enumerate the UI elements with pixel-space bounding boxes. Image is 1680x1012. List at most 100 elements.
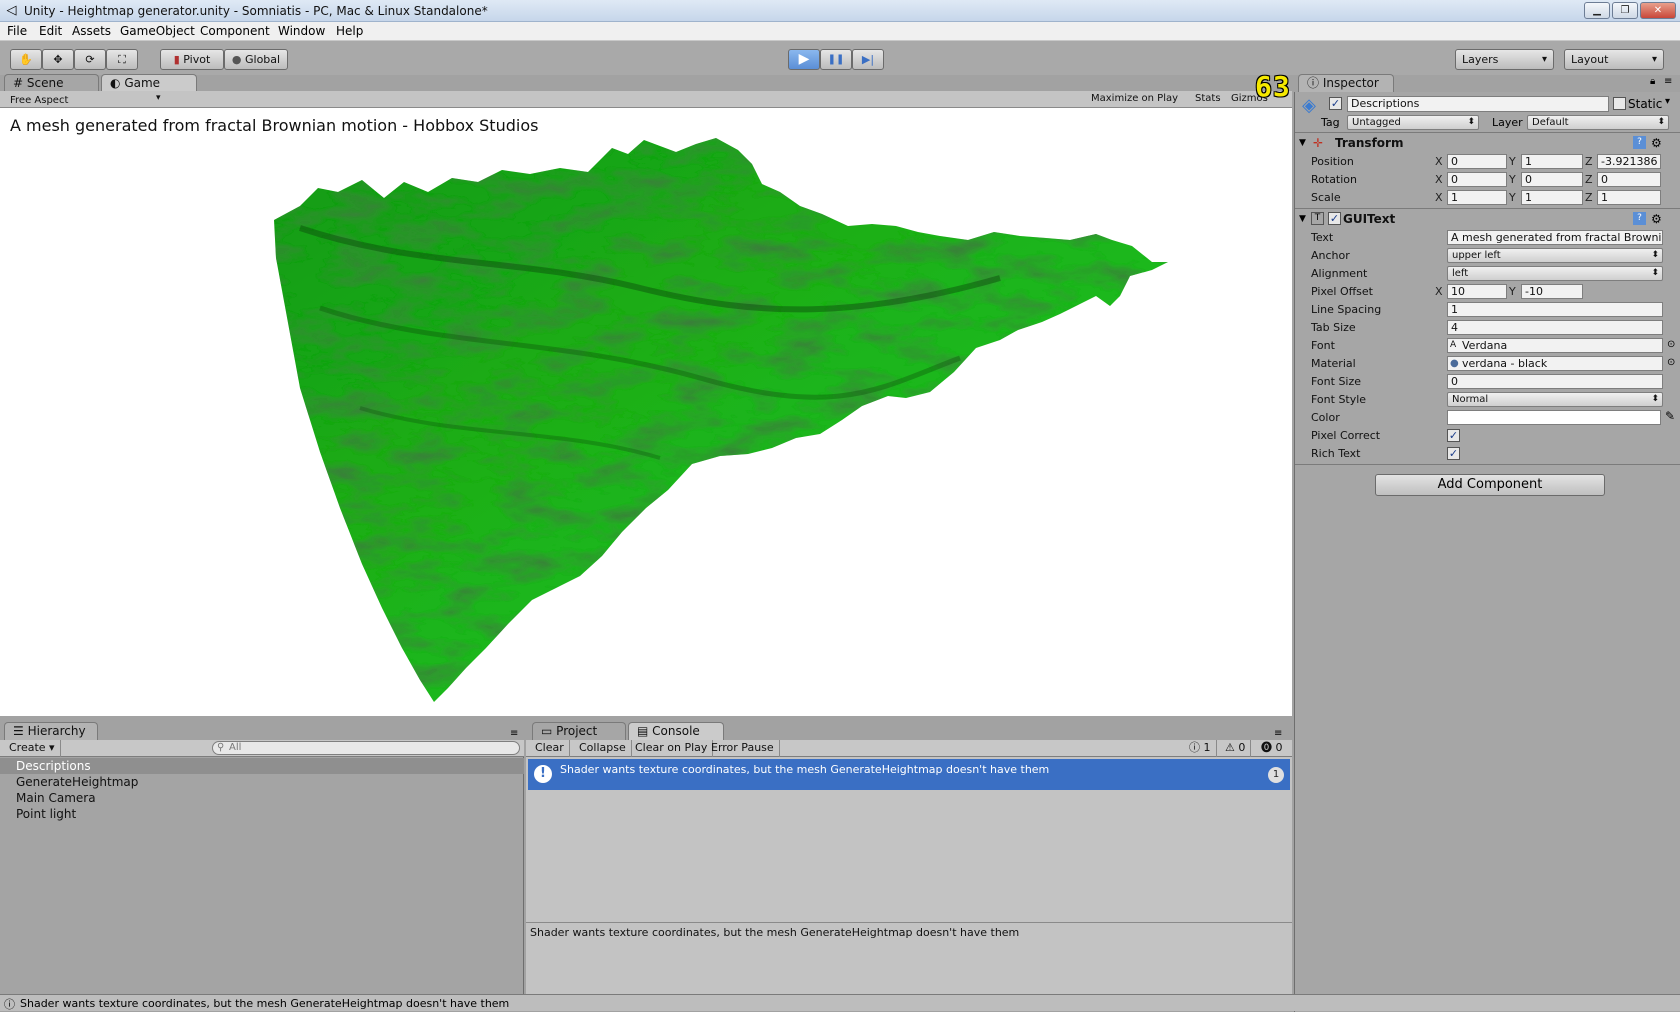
clear-button[interactable]: Clear bbox=[530, 740, 570, 757]
aspect-dropdown[interactable]: Free Aspect ▾ bbox=[10, 92, 166, 106]
hierarchy-search-input[interactable]: ⚲ All bbox=[212, 741, 520, 755]
step-button[interactable]: ▶| bbox=[852, 49, 884, 70]
console-splitter[interactable] bbox=[526, 922, 1292, 923]
rotation-z-field[interactable]: 0 bbox=[1597, 172, 1661, 187]
material-object-field[interactable]: ● verdana - black bbox=[1447, 356, 1663, 371]
tab-hierarchy[interactable]: ☰ Hierarchy bbox=[4, 722, 98, 740]
menu-edit[interactable]: Edit bbox=[39, 24, 62, 38]
anchor-dropdown[interactable]: upper left bbox=[1447, 248, 1663, 263]
pixel-offset-y-field[interactable]: -10 bbox=[1521, 284, 1583, 299]
scale-y-field[interactable]: 1 bbox=[1521, 190, 1583, 205]
font-size-field[interactable]: 0 bbox=[1447, 374, 1663, 389]
position-x-field[interactable]: 0 bbox=[1447, 154, 1507, 169]
lock-icon[interactable]: 🔒︎ bbox=[1650, 76, 1655, 87]
component-gear-icon[interactable]: ⚙ bbox=[1651, 136, 1662, 150]
collapse-toggle[interactable]: Collapse bbox=[574, 740, 632, 757]
rich-text-checkbox[interactable]: ✓ bbox=[1447, 447, 1460, 460]
menu-component[interactable]: Component bbox=[200, 24, 270, 38]
error-pause-toggle[interactable]: Error Pause bbox=[706, 740, 780, 757]
menu-assets[interactable]: Assets bbox=[72, 24, 111, 38]
scale-tool-button[interactable]: ⛶ bbox=[106, 49, 138, 70]
help-book-icon[interactable]: ? bbox=[1633, 136, 1646, 149]
foldout-arrow-icon[interactable]: ▼ bbox=[1299, 212, 1306, 226]
layer-dropdown[interactable]: Default bbox=[1527, 115, 1669, 130]
transform-component-header[interactable]: ▼ ✛ Transform ? ⚙ bbox=[1295, 132, 1680, 152]
component-gear-icon[interactable]: ⚙ bbox=[1651, 212, 1662, 226]
pixel-offset-x-field[interactable]: 10 bbox=[1447, 284, 1507, 299]
scale-z-field[interactable]: 1 bbox=[1597, 190, 1661, 205]
font-row: Font A Verdana ⊙ bbox=[1295, 337, 1680, 354]
global-toggle[interactable]: ● Global bbox=[224, 49, 288, 70]
static-dropdown-arrow-icon[interactable]: ▾ bbox=[1665, 96, 1670, 107]
clear-on-play-toggle[interactable]: Clear on Play bbox=[630, 740, 714, 757]
foldout-arrow-icon[interactable]: ▼ bbox=[1299, 136, 1306, 150]
menu-help[interactable]: Help bbox=[336, 24, 363, 38]
line-spacing-field[interactable]: 1 bbox=[1447, 302, 1663, 317]
rotation-y-field[interactable]: 0 bbox=[1521, 172, 1583, 187]
warning-filter-toggle[interactable]: ⚠ 0 bbox=[1220, 740, 1252, 757]
help-book-icon[interactable]: ? bbox=[1633, 212, 1646, 225]
panel-menu-icon[interactable]: ≡ bbox=[510, 728, 518, 739]
alignment-dropdown[interactable]: left bbox=[1447, 266, 1663, 281]
menu-file[interactable]: File bbox=[7, 24, 27, 38]
create-dropdown[interactable]: Create ▾ bbox=[4, 740, 61, 757]
maximize-button[interactable]: ❐ bbox=[1612, 2, 1638, 19]
object-picker-icon[interactable]: ⊙ bbox=[1667, 338, 1675, 352]
rotate-tool-button[interactable]: ⟳ bbox=[74, 49, 106, 70]
hierarchy-item-descriptions[interactable]: Descriptions bbox=[16, 759, 91, 773]
info-filter-toggle[interactable]: ⓘ 1 bbox=[1184, 740, 1217, 757]
object-name-field[interactable]: Descriptions bbox=[1347, 96, 1609, 112]
tab-inspector[interactable]: ⓘ Inspector bbox=[1298, 74, 1394, 92]
stats-toggle[interactable]: Stats bbox=[1195, 93, 1221, 104]
hierarchy-item-point-light[interactable]: Point light bbox=[16, 807, 76, 821]
tag-dropdown[interactable]: Untagged bbox=[1347, 115, 1479, 130]
layout-dropdown[interactable]: Layout bbox=[1564, 49, 1664, 70]
font-style-dropdown[interactable]: Normal bbox=[1447, 392, 1663, 407]
pivot-toggle[interactable]: ▮ Pivot bbox=[160, 49, 224, 70]
error-filter-toggle[interactable]: ⓿ 0 bbox=[1256, 740, 1288, 757]
material-label: Material bbox=[1311, 357, 1356, 370]
tab-game[interactable]: ◐ Game bbox=[101, 74, 197, 92]
rotation-x-field[interactable]: 0 bbox=[1447, 172, 1507, 187]
text-field[interactable]: A mesh generated from fractal Brownian m… bbox=[1447, 230, 1663, 245]
font-object-field[interactable]: A Verdana bbox=[1447, 338, 1663, 353]
font-style-row: Font Style Normal bbox=[1295, 391, 1680, 408]
guitext-title: GUIText bbox=[1343, 212, 1396, 226]
tab-size-field[interactable]: 4 bbox=[1447, 320, 1663, 335]
log-message: Shader wants texture coordinates, but th… bbox=[560, 763, 1050, 776]
game-viewport[interactable]: A mesh generated from fractal Brownian m… bbox=[0, 108, 1292, 716]
gameobject-cube-icon: ◈ bbox=[1302, 95, 1316, 116]
tab-scene[interactable]: # Scene bbox=[4, 74, 99, 92]
hierarchy-item-main-camera[interactable]: Main Camera bbox=[16, 791, 96, 805]
object-picker-icon[interactable]: ⊙ bbox=[1667, 356, 1675, 370]
guitext-component-header[interactable]: ▼ T ✓ GUIText ? ⚙ bbox=[1295, 208, 1680, 228]
panel-menu-icon[interactable]: ≡ bbox=[1664, 76, 1672, 87]
pause-button[interactable]: ❚❚ bbox=[820, 49, 852, 70]
play-button[interactable]: ▶ bbox=[788, 49, 820, 70]
position-y-field[interactable]: 1 bbox=[1521, 154, 1583, 169]
active-checkbox[interactable]: ✓ bbox=[1329, 97, 1342, 110]
menu-gameobject[interactable]: GameObject bbox=[120, 24, 195, 38]
close-button[interactable]: ✕ bbox=[1640, 2, 1676, 19]
menu-window[interactable]: Window bbox=[278, 24, 325, 38]
guitext-enabled-checkbox[interactable]: ✓ bbox=[1328, 212, 1341, 225]
maximize-on-play-toggle[interactable]: Maximize on Play bbox=[1091, 93, 1178, 104]
static-checkbox[interactable] bbox=[1613, 97, 1626, 110]
eyedropper-icon[interactable]: ✎ bbox=[1665, 409, 1675, 423]
panel-menu-icon[interactable]: ≡ bbox=[1274, 728, 1282, 739]
tab-console[interactable]: ▤ Console bbox=[628, 722, 724, 740]
status-bar[interactable]: ⓘ Shader wants texture coordinates, but … bbox=[0, 994, 1680, 1011]
layers-dropdown[interactable]: Layers bbox=[1455, 49, 1554, 70]
color-swatch[interactable] bbox=[1447, 410, 1661, 425]
hand-tool-button[interactable]: ✋ bbox=[10, 49, 42, 70]
tab-project[interactable]: ▭ Project bbox=[532, 722, 626, 740]
console-log-entry[interactable]: ! Shader wants texture coordinates, but … bbox=[528, 759, 1290, 790]
move-tool-button[interactable]: ✥ bbox=[42, 49, 74, 70]
info-icon: ⓘ bbox=[1189, 741, 1200, 754]
scale-x-field[interactable]: 1 bbox=[1447, 190, 1507, 205]
position-z-field[interactable]: -3.921386 bbox=[1597, 154, 1661, 169]
add-component-button[interactable]: Add Component bbox=[1375, 474, 1605, 496]
hierarchy-item-generateheightmap[interactable]: GenerateHeightmap bbox=[16, 775, 138, 789]
minimize-button[interactable]: ▁ bbox=[1584, 2, 1610, 19]
pixel-correct-checkbox[interactable]: ✓ bbox=[1447, 429, 1460, 442]
